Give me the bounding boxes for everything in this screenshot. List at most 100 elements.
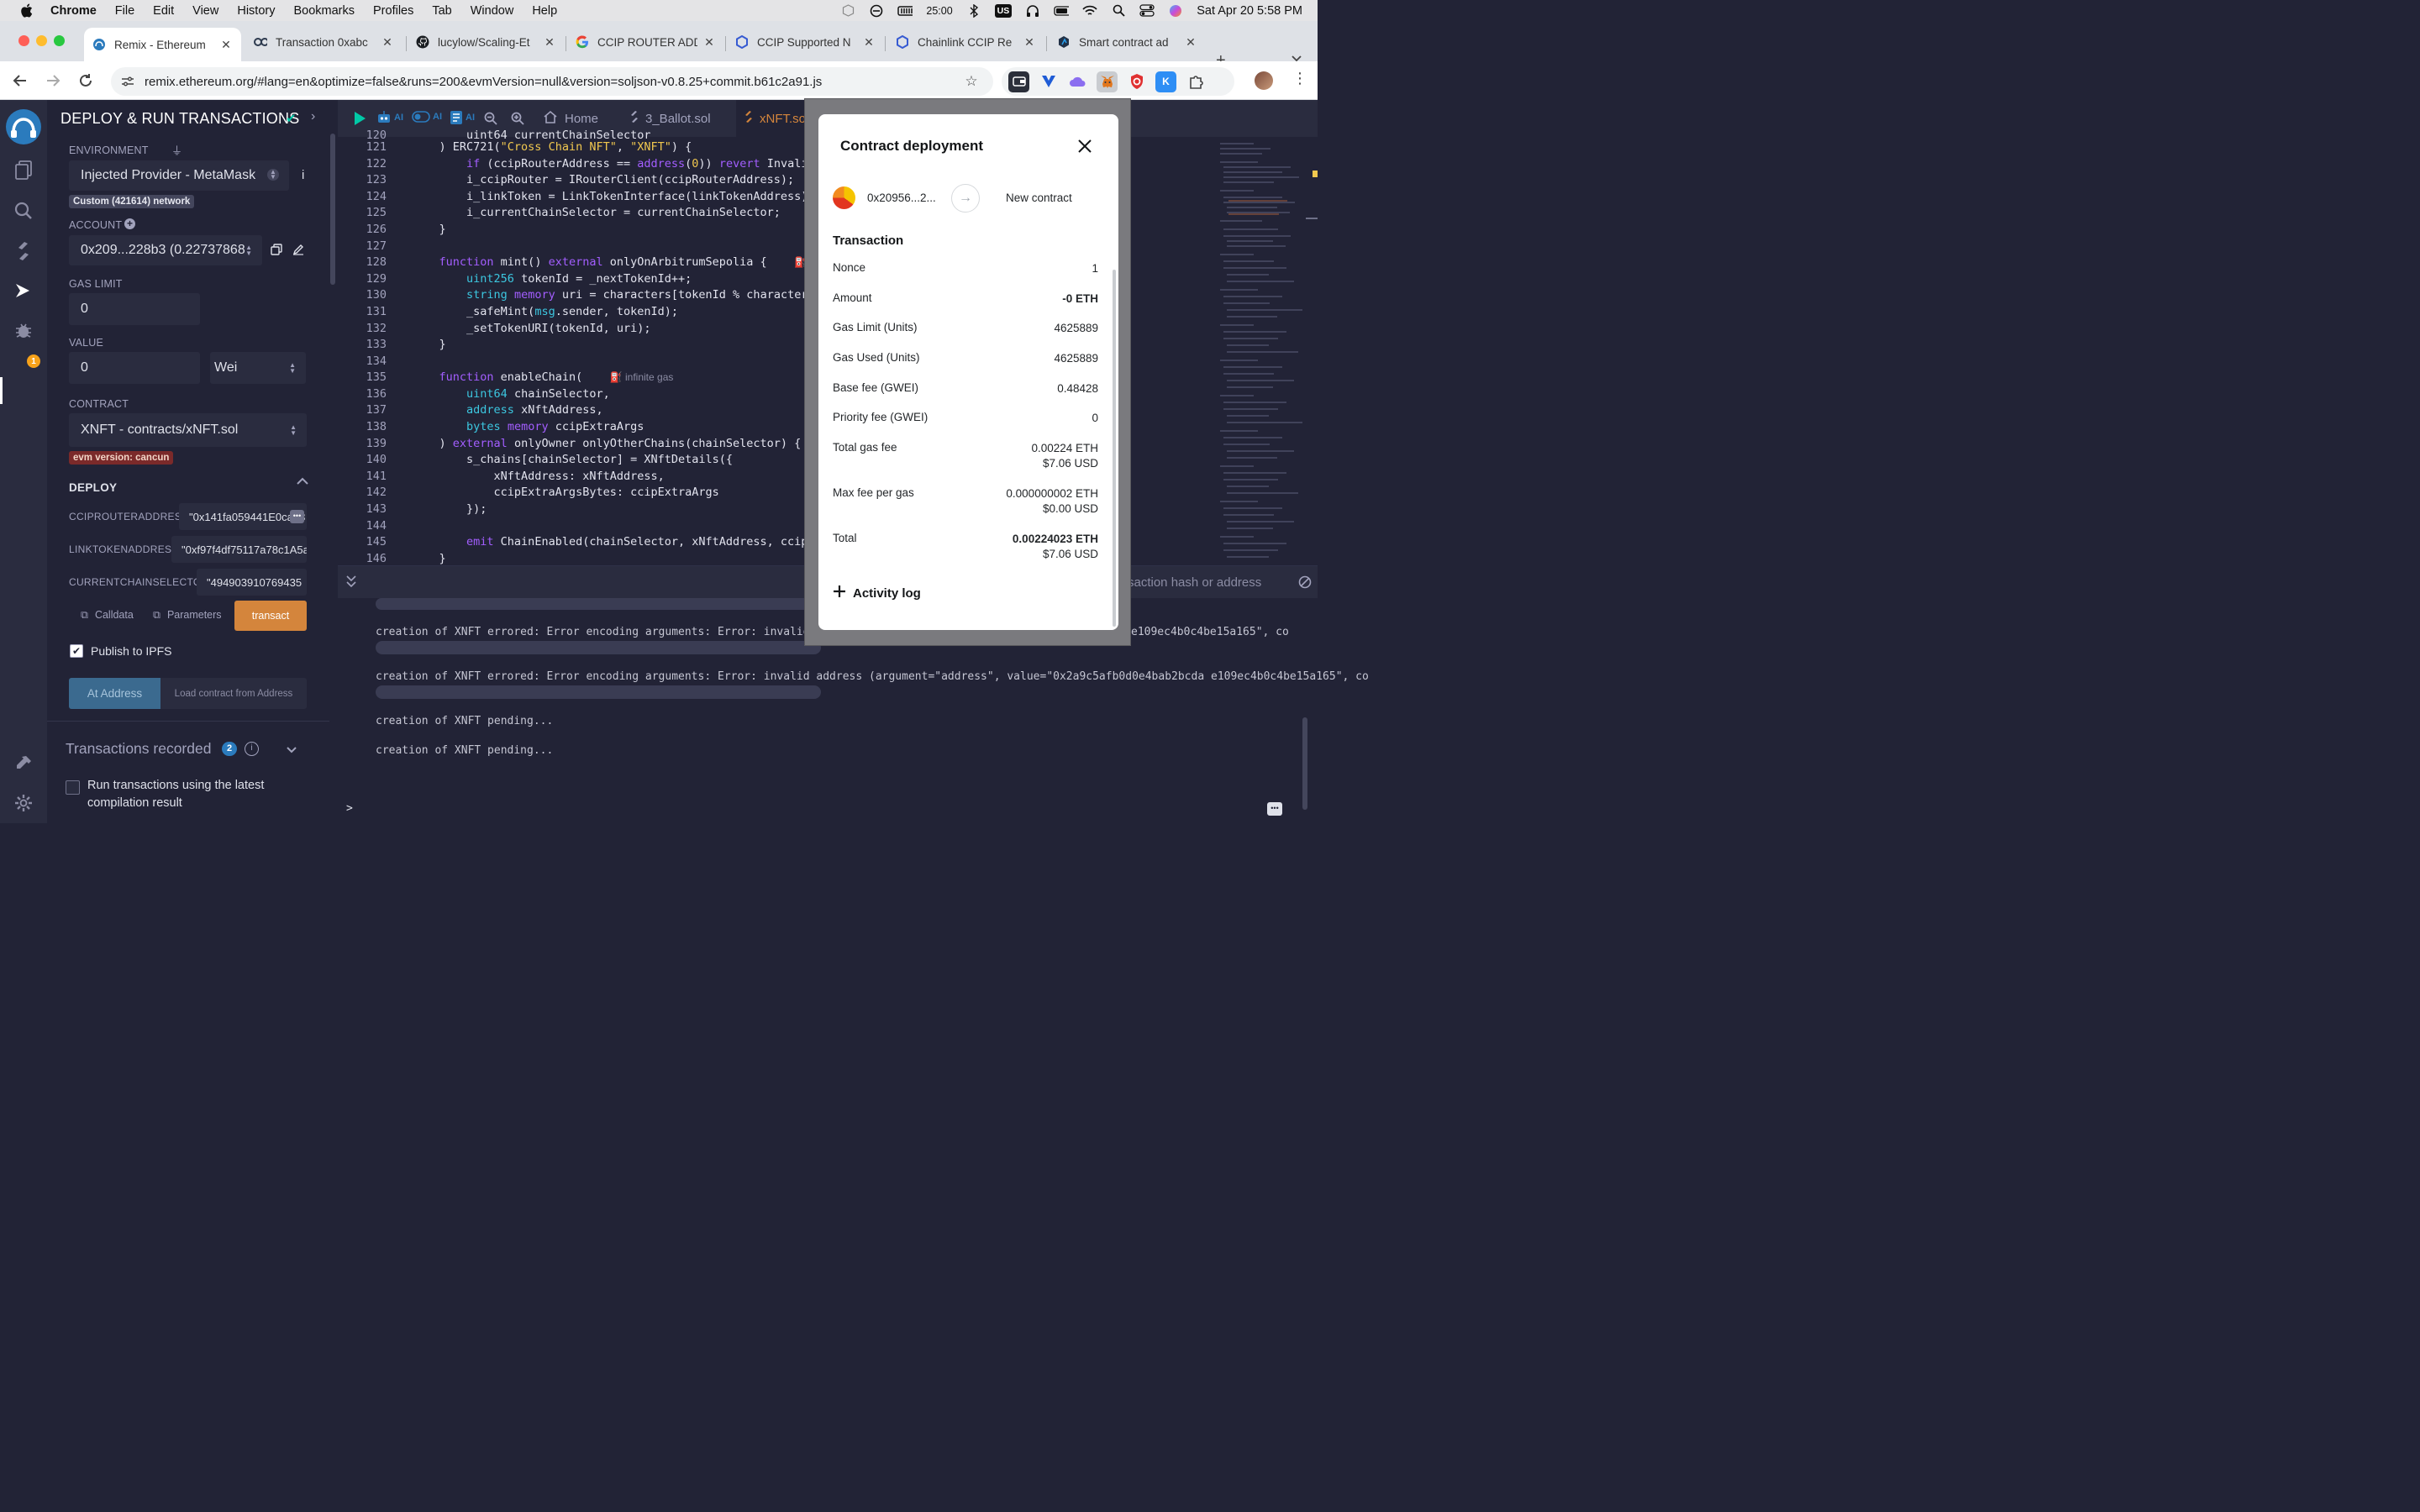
- dialog-scrollbar[interactable]: [1113, 270, 1116, 627]
- log-expand-bar[interactable]: [376, 598, 821, 610]
- value-unit-select[interactable]: Wei ▲ ▼: [210, 352, 306, 384]
- plugin-manager-icon[interactable]: [12, 752, 35, 775]
- url-text[interactable]: remix.ethereum.org/#lang=en&optimize=fal…: [145, 75, 963, 89]
- forward-arrow-icon[interactable]: [43, 71, 63, 91]
- keyboard-input-badge[interactable]: US: [994, 3, 1013, 18]
- ccip-router-address-input[interactable]: "0x141fa059441E0ca23 •••: [179, 503, 307, 530]
- puzzle-extensions-icon[interactable]: [1185, 71, 1206, 92]
- close-tab-icon[interactable]: ✕: [1184, 35, 1197, 50]
- value-input[interactable]: 0: [69, 352, 200, 384]
- cloud-extension-icon[interactable]: [1067, 71, 1088, 92]
- transact-button[interactable]: transact: [234, 601, 307, 631]
- info-circle-icon[interactable]: i: [245, 742, 259, 756]
- link-token-address-input[interactable]: "0xf97f4df75117a78c1A5a: [171, 536, 307, 563]
- tab-github[interactable]: lucylow/Scaling-Et ✕: [408, 28, 565, 56]
- solidity-compiler-icon[interactable]: [12, 239, 35, 263]
- add-account-icon[interactable]: +: [124, 218, 135, 229]
- focus-icon[interactable]: [869, 4, 884, 18]
- more-options-icon[interactable]: •••: [1267, 802, 1282, 816]
- wifi-icon[interactable]: [1082, 4, 1097, 18]
- sender-address[interactable]: 0x20956...2...: [867, 192, 936, 204]
- check-extension-icon[interactable]: [1038, 71, 1059, 92]
- control-center-icon[interactable]: [1139, 4, 1155, 18]
- chevron-down-icon[interactable]: [286, 743, 297, 759]
- site-settings-icon[interactable]: [121, 75, 134, 88]
- terminal-prompt[interactable]: >: [346, 802, 353, 815]
- close-tab-icon[interactable]: ✕: [1023, 35, 1036, 50]
- tab-remix[interactable]: Remix - Ethereum ✕: [84, 28, 241, 61]
- transactions-recorded-label[interactable]: Transactions recorded: [66, 740, 211, 758]
- close-window-button[interactable]: [18, 35, 29, 46]
- menu-help[interactable]: Help: [532, 4, 557, 18]
- memory-icon[interactable]: [897, 4, 913, 18]
- close-tab-icon[interactable]: ✕: [862, 35, 876, 50]
- copy-icon[interactable]: [271, 244, 282, 260]
- close-tab-icon[interactable]: ✕: [381, 35, 394, 50]
- close-tab-icon[interactable]: ✕: [702, 35, 716, 50]
- close-tab-icon[interactable]: ✕: [543, 35, 556, 50]
- spotlight-search-icon[interactable]: [1111, 4, 1126, 18]
- code-minimap[interactable]: [1195, 137, 1318, 565]
- timer-text[interactable]: 25:00: [926, 5, 952, 17]
- tab-chainlink-ccip[interactable]: Chainlink CCIP Re ✕: [887, 28, 1044, 56]
- menu-view[interactable]: View: [192, 4, 218, 18]
- menu-history[interactable]: History: [237, 4, 275, 18]
- settings-gear-icon[interactable]: [12, 791, 35, 815]
- metamask-fox-icon[interactable]: [1097, 71, 1118, 92]
- menu-tab[interactable]: Tab: [432, 4, 451, 18]
- close-icon[interactable]: [1076, 137, 1094, 155]
- battery-icon[interactable]: [1054, 4, 1070, 18]
- chrome-menu-icon[interactable]: ⋮: [1292, 70, 1307, 87]
- menu-edit[interactable]: Edit: [153, 4, 174, 18]
- wallet-extension-icon[interactable]: [1008, 71, 1029, 92]
- bluetooth-icon[interactable]: [966, 3, 981, 18]
- more-dots-icon[interactable]: •••: [290, 510, 304, 523]
- deploy-run-icon[interactable]: [12, 279, 35, 302]
- tab-transaction[interactable]: Transaction 0xabc ✕: [245, 28, 402, 56]
- address-bar[interactable]: remix.ethereum.org/#lang=en&optimize=fal…: [111, 67, 993, 96]
- gas-limit-input[interactable]: 0: [69, 293, 200, 325]
- tab-smart-contract[interactable]: Smart contract ad ✕: [1049, 28, 1206, 56]
- back-arrow-icon[interactable]: [10, 71, 30, 91]
- profile-avatar[interactable]: [1255, 71, 1273, 90]
- menu-window[interactable]: Window: [471, 4, 514, 18]
- load-contract-address-input[interactable]: Load contract from Address: [160, 678, 307, 709]
- siri-icon[interactable]: [1168, 4, 1183, 18]
- search-icon[interactable]: [12, 199, 35, 223]
- activity-log-toggle[interactable]: Activity log: [833, 585, 921, 601]
- at-address-button[interactable]: At Address: [69, 678, 160, 709]
- contract-select[interactable]: XNFT - contracts/xNFT.sol ▲ ▼: [69, 413, 307, 447]
- current-chain-selector-input[interactable]: "494903910769435: [197, 569, 307, 596]
- chevron-up-icon[interactable]: [296, 475, 309, 491]
- account-select[interactable]: 0x209...228b3 (0.22737868 ▲ ▼: [69, 235, 262, 265]
- log-expand-bar[interactable]: [376, 641, 821, 654]
- menu-bookmarks[interactable]: Bookmarks: [293, 4, 355, 18]
- debugger-icon[interactable]: [12, 318, 35, 342]
- bookmark-star-icon[interactable]: ☆: [963, 73, 980, 90]
- publish-ipfs-checkbox[interactable]: ✔: [70, 644, 83, 658]
- ai-doc-icon[interactable]: AI: [450, 110, 475, 125]
- zoom-window-button[interactable]: [54, 35, 65, 46]
- terminal-scrollbar[interactable]: [1302, 717, 1307, 810]
- edit-icon[interactable]: [292, 244, 304, 260]
- shield-extension-icon[interactable]: [1126, 71, 1147, 92]
- info-icon[interactable]: i: [302, 168, 304, 182]
- environment-select[interactable]: Injected Provider - MetaMask ▲ ▼: [69, 160, 289, 191]
- remix-logo-icon[interactable]: [5, 108, 42, 145]
- ai-robot-icon[interactable]: AI: [376, 110, 403, 125]
- cube-icon[interactable]: [840, 4, 855, 18]
- collapse-terminal-icon[interactable]: [346, 575, 356, 591]
- panel-scrollbar[interactable]: [330, 134, 335, 285]
- terminal-search-input[interactable]: saction hash or address: [1119, 569, 1287, 596]
- chevron-right-icon[interactable]: ›: [311, 109, 315, 124]
- headphones-icon[interactable]: [1025, 4, 1040, 18]
- file-explorer-icon[interactable]: [12, 159, 35, 182]
- apple-icon[interactable]: [18, 3, 34, 18]
- reload-icon[interactable]: [76, 71, 96, 91]
- menu-app-name[interactable]: Chrome: [50, 4, 97, 18]
- tab-ccip-supported[interactable]: CCIP Supported N ✕: [727, 28, 884, 56]
- menu-profiles[interactable]: Profiles: [373, 4, 413, 18]
- tab-google-ccip-router[interactable]: CCIP ROUTER ADD ✕: [567, 28, 724, 56]
- ai-toggle-icon[interactable]: AI: [412, 110, 442, 123]
- clear-terminal-icon[interactable]: [1298, 575, 1312, 593]
